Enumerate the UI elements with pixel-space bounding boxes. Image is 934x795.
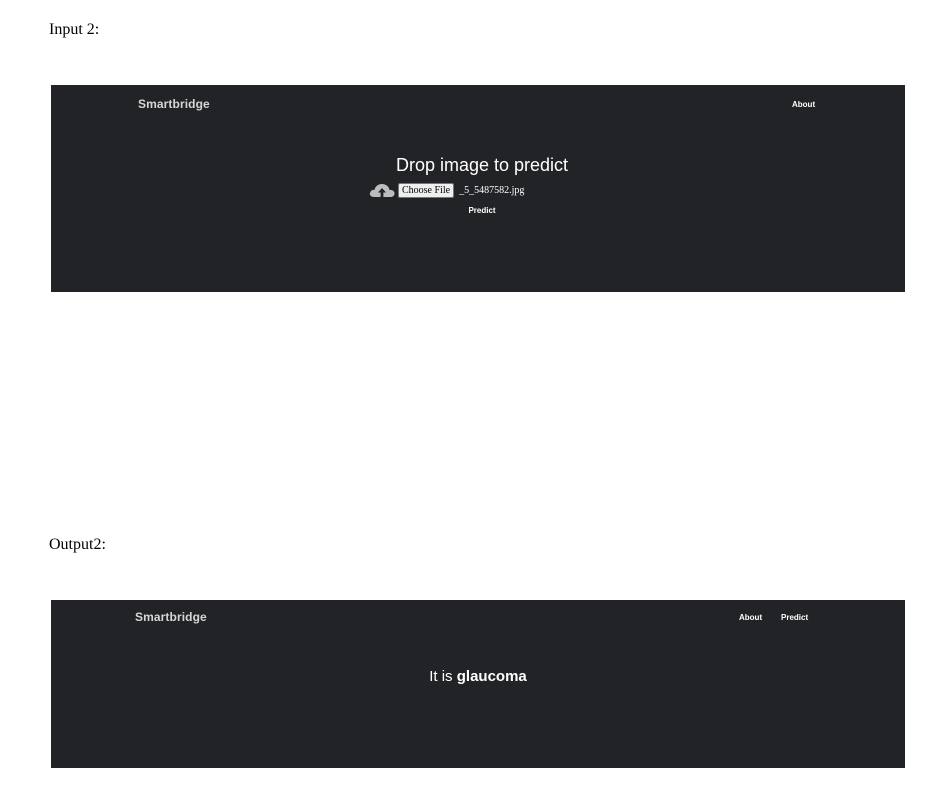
- output-caption: Output2:: [49, 536, 106, 553]
- cloud-upload-icon: [369, 184, 395, 197]
- brand-logo[interactable]: Smartbridge: [135, 610, 207, 624]
- nav-about-link[interactable]: About: [739, 613, 762, 622]
- output-app-panel: Smartbridge About Predict It is glaucoma: [51, 600, 905, 768]
- choose-file-button[interactable]: Choose File: [398, 182, 455, 198]
- input-caption: Input 2:: [49, 21, 100, 38]
- result-value: glaucoma: [456, 668, 527, 685]
- file-upload-row: Choose File _5_5487582.jpg: [368, 182, 524, 198]
- brand-logo[interactable]: Smartbridge: [138, 97, 210, 111]
- predict-button[interactable]: Predict: [51, 206, 913, 215]
- nav-predict-link[interactable]: Predict: [781, 613, 808, 622]
- drop-title: Drop image to predict: [395, 155, 569, 175]
- result-prefix: It is: [429, 668, 453, 685]
- prediction-result: It is glaucoma: [51, 668, 905, 685]
- input-app-panel: Smartbridge About Drop image to predict …: [51, 85, 905, 292]
- selected-file-name: _5_5487582.jpg: [459, 184, 525, 196]
- nav-about-link[interactable]: About: [792, 100, 815, 109]
